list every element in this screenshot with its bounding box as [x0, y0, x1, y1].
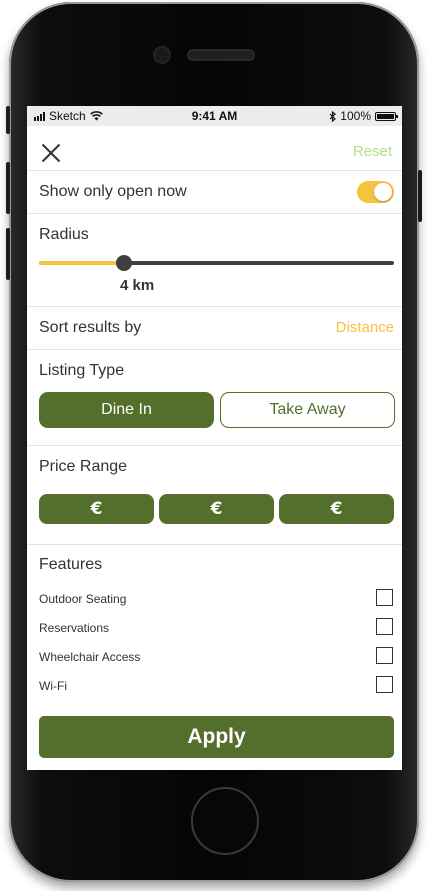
- radius-label: Radius: [39, 226, 89, 243]
- volume-up-button: [6, 162, 10, 214]
- features-label: Features: [39, 556, 103, 573]
- feature-outdoor-seating-label: Outdoor Seating: [39, 592, 127, 606]
- price-option-3[interactable]: €: [279, 494, 394, 524]
- header-row: Reset: [27, 126, 402, 171]
- earpiece-speaker: [189, 51, 253, 59]
- radius-slider[interactable]: [39, 255, 394, 271]
- feature-wifi-checkbox[interactable]: [376, 676, 393, 693]
- price-option-2[interactable]: €: [159, 494, 274, 524]
- feature-wheelchair-checkbox[interactable]: [376, 647, 393, 664]
- feature-reservations-label: Reservations: [39, 621, 110, 635]
- battery-fill: [377, 113, 394, 119]
- apply-button[interactable]: Apply: [39, 716, 394, 758]
- price-range-label: Price Range: [39, 458, 128, 475]
- battery-percent: 100%: [340, 109, 371, 123]
- toggle-knob: [374, 183, 392, 201]
- close-icon[interactable]: [41, 143, 61, 163]
- home-button[interactable]: [191, 787, 259, 855]
- open-now-toggle[interactable]: [357, 181, 394, 203]
- sort-label: Sort results by: [39, 319, 142, 336]
- reset-button[interactable]: Reset: [353, 143, 392, 160]
- price-option-1[interactable]: €: [39, 494, 154, 524]
- front-camera: [155, 48, 169, 62]
- open-now-label: Show only open now: [39, 183, 187, 200]
- status-right: 100%: [329, 109, 398, 123]
- dine-in-button[interactable]: Dine In: [39, 392, 214, 428]
- mute-switch: [6, 106, 10, 134]
- bluetooth-icon: [329, 110, 337, 122]
- feature-wheelchair-label: Wheelchair Access: [39, 650, 141, 664]
- feature-outdoor-seating-checkbox[interactable]: [376, 589, 393, 606]
- volume-down-button: [6, 228, 10, 280]
- status-bar: Sketch 9:41 AM 100%: [27, 106, 402, 126]
- listing-type-label: Listing Type: [39, 362, 125, 379]
- power-button: [418, 170, 422, 222]
- radius-value: 4 km: [120, 277, 155, 294]
- battery-icon: [375, 111, 398, 121]
- radius-slider-fill: [39, 261, 125, 265]
- sort-value[interactable]: Distance: [336, 319, 394, 336]
- take-away-button[interactable]: Take Away: [220, 392, 395, 428]
- filter-screen: Sketch 9:41 AM 100% Reset Show only open…: [27, 106, 402, 770]
- open-now-row: Show only open now: [27, 171, 402, 214]
- feature-reservations-checkbox[interactable]: [376, 618, 393, 635]
- feature-wifi-label: Wi-Fi: [39, 679, 67, 693]
